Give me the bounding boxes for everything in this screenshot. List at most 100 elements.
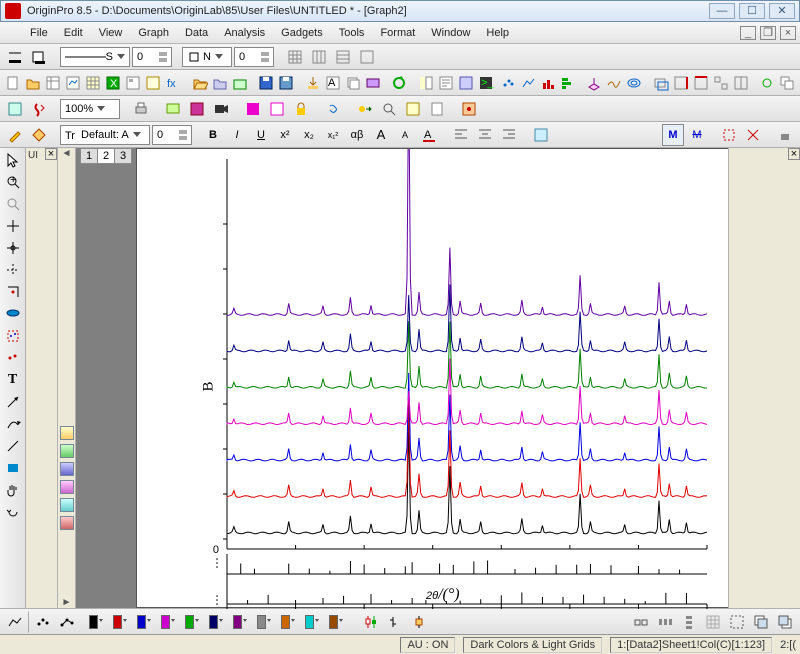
- recalc-button[interactable]: [390, 72, 408, 94]
- mask-points-tool[interactable]: [2, 348, 24, 368]
- explorer-button[interactable]: [417, 72, 435, 94]
- scroll-left-icon[interactable]: ◄: [62, 148, 72, 159]
- new-graph-button[interactable]: [64, 72, 82, 94]
- align-right-button[interactable]: [498, 124, 520, 146]
- new-layout-button[interactable]: [124, 72, 142, 94]
- mask-button[interactable]: [242, 98, 264, 120]
- export-ppt-button[interactable]: [186, 98, 208, 120]
- batch-button[interactable]: [364, 72, 382, 94]
- palette-3[interactable]: [60, 462, 74, 476]
- maximize-button[interactable]: ☐: [739, 3, 765, 19]
- marker-select[interactable]: N: [182, 47, 232, 67]
- line-width-stepper[interactable]: 0: [132, 47, 172, 67]
- import-wizard-button[interactable]: [304, 72, 322, 94]
- layer-tab-2[interactable]: 2: [97, 148, 115, 164]
- palette-5[interactable]: [60, 498, 74, 512]
- screen-reader-tool[interactable]: [2, 238, 24, 258]
- bold-button[interactable]: B: [202, 124, 224, 146]
- tool1-icon[interactable]: [4, 124, 26, 146]
- candlestick-button[interactable]: [360, 611, 382, 633]
- draw-data-tool[interactable]: [2, 304, 24, 324]
- menu-edit[interactable]: Edit: [56, 25, 91, 41]
- new-folder-button[interactable]: [24, 72, 42, 94]
- distribute-h-button[interactable]: [654, 611, 676, 633]
- status-theme[interactable]: Dark Colors & Light Grids: [463, 637, 602, 653]
- data-reader-tool[interactable]: [2, 260, 24, 280]
- boxchart-button[interactable]: [408, 611, 430, 633]
- align-objects-button[interactable]: [630, 611, 652, 633]
- grid2-icon[interactable]: [308, 46, 330, 68]
- ohlc-button[interactable]: [384, 611, 406, 633]
- refresh-button[interactable]: [758, 72, 776, 94]
- distribute-v-button[interactable]: [678, 611, 700, 633]
- superscript-button[interactable]: x²: [274, 124, 296, 146]
- notes-icon[interactable]: [426, 98, 448, 120]
- transfer-button[interactable]: [354, 98, 376, 120]
- align-left-button[interactable]: [450, 124, 472, 146]
- align-center-button[interactable]: [474, 124, 496, 146]
- rotate-tool[interactable]: [2, 502, 24, 522]
- find-button[interactable]: [378, 98, 400, 120]
- menu-gadgets[interactable]: Gadgets: [273, 25, 331, 41]
- menu-help[interactable]: Help: [478, 25, 517, 41]
- zoom-out-tool[interactable]: [2, 194, 24, 214]
- color-swatch-4[interactable]: [184, 611, 206, 633]
- column-plot-button[interactable]: [559, 72, 577, 94]
- line-graph-button[interactable]: [4, 611, 26, 633]
- fill-color-button[interactable]: [28, 46, 50, 68]
- menu-data[interactable]: Data: [177, 25, 216, 41]
- marker-size-stepper[interactable]: 0: [234, 47, 274, 67]
- new-excel-button[interactable]: X: [104, 72, 122, 94]
- line-scatter-button[interactable]: [56, 611, 78, 633]
- front-button[interactable]: [750, 611, 772, 633]
- color-swatch-6[interactable]: [232, 611, 254, 633]
- add-right-y-button[interactable]: [672, 72, 690, 94]
- graph-window[interactable]: 1 2 3 10203040506070800 B 2θ/(°): [76, 148, 728, 608]
- open-template-button[interactable]: [211, 72, 229, 94]
- mdi-restore-button[interactable]: ❐: [760, 26, 776, 40]
- line-tool[interactable]: [2, 436, 24, 456]
- color-swatch-7[interactable]: [256, 611, 278, 633]
- palette-4[interactable]: [60, 480, 74, 494]
- close-button[interactable]: ✕: [769, 3, 795, 19]
- underline-button[interactable]: U: [250, 124, 272, 146]
- menu-window[interactable]: Window: [423, 25, 478, 41]
- code-builder-button[interactable]: [457, 72, 475, 94]
- font-decrease-button[interactable]: A: [394, 124, 416, 146]
- minimize-button[interactable]: —: [709, 3, 735, 19]
- subscript-button[interactable]: x₂: [298, 124, 320, 146]
- menu-format[interactable]: Format: [372, 25, 423, 41]
- symbol-map-button[interactable]: [530, 124, 552, 146]
- menu-graph[interactable]: Graph: [130, 25, 177, 41]
- color-swatch-0[interactable]: [88, 611, 110, 633]
- color-swatch-10[interactable]: [328, 611, 350, 633]
- merge-button[interactable]: [732, 72, 750, 94]
- lock-pos-button[interactable]: [774, 124, 796, 146]
- color-swatch-2[interactable]: [136, 611, 158, 633]
- tool2-icon[interactable]: [28, 124, 50, 146]
- color-swatch-9[interactable]: [304, 611, 326, 633]
- results-log-button[interactable]: [437, 72, 455, 94]
- link-button[interactable]: [322, 98, 344, 120]
- duplicate-button[interactable]: [778, 72, 796, 94]
- unmask-button[interactable]: [266, 98, 288, 120]
- palette-6[interactable]: [60, 516, 74, 530]
- command-window-button[interactable]: >_: [477, 72, 495, 94]
- open-button[interactable]: [191, 72, 209, 94]
- snap-grid-button[interactable]: [702, 611, 724, 633]
- layer-tab-3[interactable]: 3: [114, 148, 132, 164]
- lock-button[interactable]: [290, 98, 312, 120]
- font-size-stepper[interactable]: 0: [152, 125, 192, 145]
- surface-button[interactable]: [605, 72, 623, 94]
- pointer-tool[interactable]: [2, 150, 24, 170]
- palette-1[interactable]: [60, 426, 74, 440]
- color-swatch-3[interactable]: [160, 611, 182, 633]
- slide-show-button[interactable]: [162, 98, 184, 120]
- italic-button[interactable]: I: [226, 124, 248, 146]
- supersub-button[interactable]: x₁²: [322, 124, 344, 146]
- scatter-plot-button[interactable]: [499, 72, 517, 94]
- run-script-button[interactable]: [28, 98, 50, 120]
- digitize-button[interactable]: [458, 98, 480, 120]
- new-workbook-button[interactable]: [44, 72, 62, 94]
- menu-tools[interactable]: Tools: [331, 25, 373, 41]
